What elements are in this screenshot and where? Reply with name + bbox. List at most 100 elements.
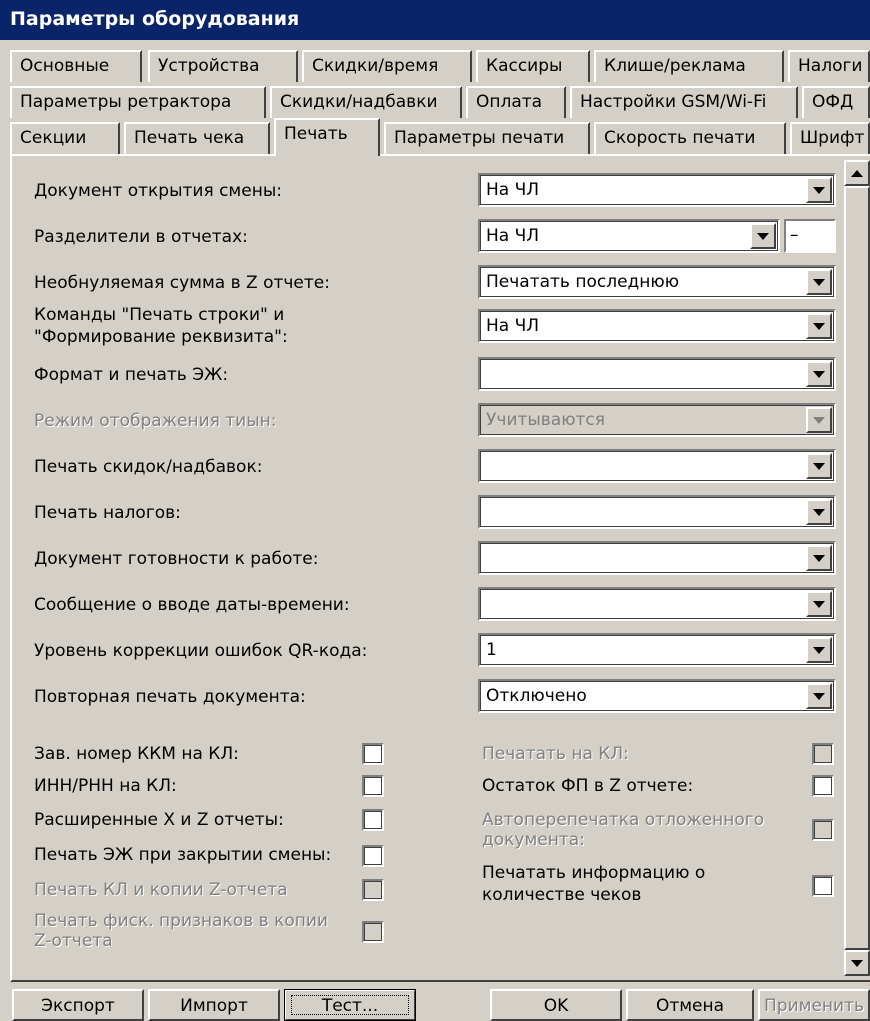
tab-skorost-pechati[interactable]: Скорость печати — [594, 122, 786, 154]
checkbox-label-fisk-priznaki-line2: Z-отчета — [34, 931, 113, 951]
chevron-down-icon — [813, 322, 825, 330]
ostatok-fp-checkbox[interactable] — [812, 775, 834, 797]
select-value: Учитываются — [486, 410, 605, 430]
field-label-uroven-qr: Уровень коррекции ошибок QR-кода: — [34, 641, 368, 661]
tab-ustroistva[interactable]: Устройства — [148, 50, 298, 82]
select-value: На ЧЛ — [486, 316, 540, 336]
checkbox-label-zav-nomer: Зав. номер ККМ на КЛ: — [34, 744, 239, 764]
field-label-rezhim-tiyn: Режим отображения тиын: — [34, 411, 277, 431]
chevron-down-icon — [813, 186, 825, 194]
rezhim-tiyn-select: Учитываются — [478, 403, 836, 437]
checkbox-label-pechat-kl-kopii: Печать КЛ и копии Z-отчета — [34, 880, 288, 900]
field-label-dokument-gotovnosti: Документ готовности к работе: — [34, 549, 319, 569]
dropdown-button[interactable] — [750, 223, 776, 249]
inn-rnn-checkbox[interactable] — [362, 775, 384, 797]
razdeliteli-select[interactable]: На ЧЛ — [478, 219, 780, 253]
tab-pechat[interactable]: Печать — [274, 118, 380, 156]
select-value: На ЧЛ — [486, 180, 540, 200]
tab-parametry-pechati[interactable]: Параметры печати — [384, 122, 590, 154]
chevron-down-icon — [757, 232, 769, 240]
pechat-nalogov-select[interactable] — [478, 495, 836, 529]
dokument-otkrytiya-smeny-select[interactable]: На ЧЛ — [478, 173, 836, 207]
focus-rect — [291, 995, 409, 1015]
arrow-down-icon — [851, 959, 863, 967]
tab-shrift[interactable]: Шрифт — [790, 122, 870, 154]
checkbox-label-inn-rnn: ИНН/РНН на КЛ: — [34, 776, 177, 796]
dropdown-button[interactable] — [806, 361, 832, 387]
dropdown-button[interactable] — [806, 453, 832, 479]
fisk-priznaki-checkbox — [362, 921, 384, 943]
dropdown-button[interactable] — [806, 591, 832, 617]
select-value: 1 — [486, 640, 497, 660]
scroll-thumb[interactable] — [844, 186, 870, 950]
tab-skidki-nadbavki[interactable]: Скидки/надбавки — [270, 86, 462, 118]
tab-ofd[interactable]: ОФД — [802, 86, 870, 118]
apply-button: Применить — [758, 989, 870, 1021]
import-button[interactable]: Импорт — [148, 989, 280, 1021]
field-label-pechat-nalogov: Печать налогов: — [34, 503, 181, 523]
dropdown-button — [806, 407, 832, 433]
avtoperepechatka-checkbox — [812, 819, 834, 841]
field-label-razdeliteli: Разделители в отчетах: — [34, 227, 248, 247]
field-label-komandy-line2: "Формирование реквизита": — [34, 327, 288, 347]
info-kolichestvo-checkbox[interactable] — [812, 875, 834, 897]
scroll-up-button[interactable] — [844, 160, 870, 186]
soobshchenie-data-select[interactable] — [478, 587, 836, 621]
pechatat-na-kl-checkbox — [812, 743, 834, 765]
select-value: На ЧЛ — [486, 226, 540, 246]
tab-parametry-retraktora[interactable]: Параметры ретрактора — [10, 86, 266, 118]
dropdown-button[interactable] — [806, 637, 832, 663]
chevron-down-icon — [813, 278, 825, 286]
tab-skidki-vremya[interactable]: Скидки/время — [302, 50, 472, 82]
cancel-button[interactable]: Отмена — [626, 989, 754, 1021]
komandy-pechat-stroki-select[interactable]: На ЧЛ — [478, 309, 836, 343]
field-label-format-ezh: Формат и печать ЭЖ: — [34, 365, 229, 385]
neobnulyaemaya-summa-select[interactable]: Печатать последнюю — [478, 265, 836, 299]
checkbox-label-avtoperepechatka-line2: документа: — [482, 830, 585, 850]
field-label-povtornaya-pechat: Повторная печать документа: — [34, 687, 306, 707]
checkbox-label-info-kolichestvo-line2: количестве чеков — [482, 885, 642, 905]
chevron-down-icon — [813, 508, 825, 516]
dropdown-button[interactable] — [806, 545, 832, 571]
field-label-neobnulyaemaya-summa: Необнуляемая сумма в Z отчете: — [34, 273, 330, 293]
chevron-down-icon — [813, 646, 825, 654]
checkbox-label-pechat-ezh: Печать ЭЖ при закрытии смены: — [34, 845, 332, 865]
razdelitel-char-input[interactable]: – — [784, 219, 836, 253]
chevron-down-icon — [813, 416, 825, 424]
dropdown-button[interactable] — [806, 499, 832, 525]
tab-osnovnye[interactable]: Основные — [10, 50, 142, 82]
pechat-skidok-select[interactable] — [478, 449, 836, 483]
uroven-qr-select[interactable]: 1 — [478, 633, 836, 667]
dropdown-button[interactable] — [806, 177, 832, 203]
dropdown-button[interactable] — [806, 313, 832, 339]
vertical-scrollbar[interactable] — [844, 160, 870, 976]
arrow-up-icon — [851, 169, 863, 177]
tab-sektsii[interactable]: Секции — [10, 122, 120, 154]
scroll-down-button[interactable] — [844, 950, 870, 976]
chevron-down-icon — [813, 370, 825, 378]
tab-oplata[interactable]: Оплата — [466, 86, 566, 118]
chevron-down-icon — [813, 554, 825, 562]
pechat-kl-kopii-checkbox — [362, 879, 384, 901]
select-value: Отключено — [486, 686, 587, 706]
tab-nalogi[interactable]: Налоги — [788, 50, 870, 82]
dropdown-button[interactable] — [806, 683, 832, 709]
checkbox-label-ostatok-fp: Остаток ФП в Z отчете: — [482, 776, 694, 796]
test-button[interactable]: Тест... — [284, 989, 416, 1021]
tab-kassiry[interactable]: Кассиры — [476, 50, 590, 82]
zav-nomer-checkbox[interactable] — [362, 743, 384, 765]
pechat-ezh-checkbox[interactable] — [362, 845, 384, 867]
tab-pechat-cheka[interactable]: Печать чека — [124, 122, 270, 154]
dokument-gotovnosti-select[interactable] — [478, 541, 836, 575]
dropdown-button[interactable] — [806, 269, 832, 295]
ok-button[interactable]: OK — [490, 989, 622, 1021]
chevron-down-icon — [813, 692, 825, 700]
tab-klishe-reklama[interactable]: Клише/реклама — [594, 50, 784, 82]
export-button[interactable]: Экспорт — [12, 989, 144, 1021]
checkbox-label-info-kolichestvo-line1: Печатать информацию о — [482, 863, 706, 883]
checkbox-label-pechatat-na-kl: Печатать на КЛ: — [482, 744, 629, 764]
rasshirennye-otchety-checkbox[interactable] — [362, 809, 384, 831]
tab-nastroiki-gsm-wifi[interactable]: Настройки GSM/Wi-Fi — [570, 86, 798, 118]
povtornaya-pechat-select[interactable]: Отключено — [478, 679, 836, 713]
format-ezh-select[interactable] — [478, 357, 836, 391]
